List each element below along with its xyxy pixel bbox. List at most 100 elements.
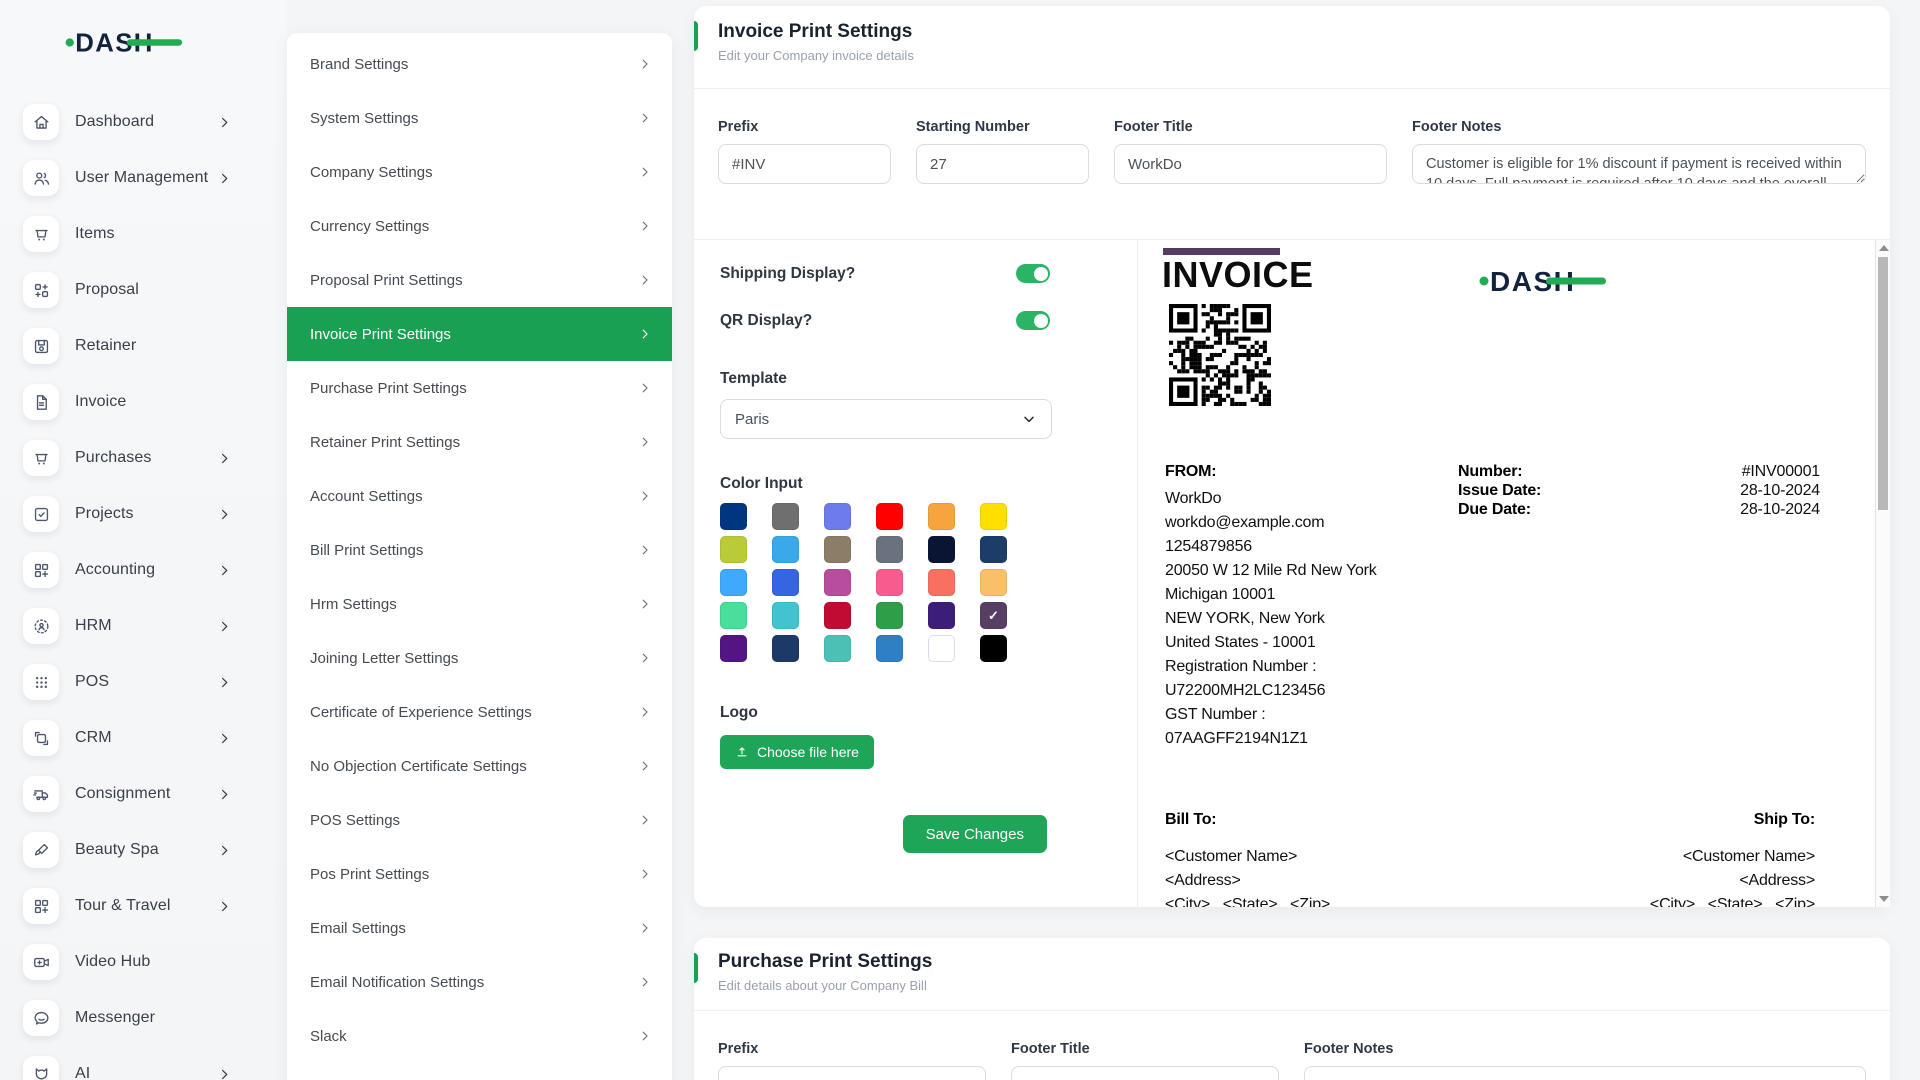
- color-swatch[interactable]: [824, 536, 851, 563]
- color-swatch[interactable]: [876, 635, 903, 662]
- color-swatch[interactable]: [980, 569, 1007, 596]
- scrollbar-thumb[interactable]: [1878, 257, 1888, 510]
- color-swatch[interactable]: [928, 602, 955, 629]
- color-swatch[interactable]: [928, 536, 955, 563]
- color-swatch[interactable]: [928, 503, 955, 530]
- color-swatch[interactable]: [720, 569, 747, 596]
- from-line: WorkDo: [1165, 487, 1475, 511]
- settings-menu-item-no-objection-certificate-settings[interactable]: No Objection Certificate Settings: [287, 739, 672, 793]
- settings-menu-item-currency-settings[interactable]: Currency Settings: [287, 199, 672, 253]
- ship-to-label: Ship To:: [1650, 808, 1815, 832]
- sidebar-item-proposal[interactable]: Proposal: [0, 262, 287, 318]
- color-swatch[interactable]: [824, 503, 851, 530]
- sidebar-item-projects[interactable]: Projects: [0, 486, 287, 542]
- sidebar-item-accounting[interactable]: Accounting: [0, 542, 287, 598]
- prefix-label: Prefix: [718, 1041, 986, 1057]
- settings-menu-item-email-notification-settings[interactable]: Email Notification Settings: [287, 955, 672, 1009]
- color-swatch[interactable]: [876, 536, 903, 563]
- sidebar-item-crm[interactable]: CRM: [0, 710, 287, 766]
- template-label: Template: [720, 370, 1109, 388]
- chevron-right-icon: [217, 675, 232, 690]
- footer-notes-input[interactable]: [1304, 1066, 1866, 1080]
- starting-number-input[interactable]: [916, 144, 1089, 184]
- color-swatch[interactable]: [772, 536, 799, 563]
- settings-menu-item-system-settings[interactable]: System Settings: [287, 91, 672, 145]
- color-swatch[interactable]: [876, 503, 903, 530]
- settings-menu-item-retainer-print-settings[interactable]: Retainer Print Settings: [287, 415, 672, 469]
- color-swatch-selected[interactable]: ✓: [980, 602, 1007, 629]
- color-swatch[interactable]: [876, 602, 903, 629]
- color-swatch[interactable]: [824, 569, 851, 596]
- color-swatch[interactable]: [772, 503, 799, 530]
- sidebar-item-label: Accounting: [75, 561, 155, 579]
- settings-menu-item-proposal-print-settings[interactable]: Proposal Print Settings: [287, 253, 672, 307]
- settings-menu-item-company-settings[interactable]: Company Settings: [287, 145, 672, 199]
- settings-menu-item-purchase-print-settings[interactable]: Purchase Print Settings: [287, 361, 672, 415]
- footer-notes-textarea[interactable]: Customer is eligible for 1% discount if …: [1412, 144, 1866, 184]
- color-swatch[interactable]: [928, 635, 955, 662]
- sidebar-item-purchases[interactable]: Purchases: [0, 430, 287, 486]
- footer-title-input[interactable]: [1011, 1066, 1279, 1080]
- settings-menu-item-bill-print-settings[interactable]: Bill Print Settings: [287, 523, 672, 577]
- sidebar-item-user-management[interactable]: User Management: [0, 150, 287, 206]
- settings-menu-item-certificate-of-experience-settings[interactable]: Certificate of Experience Settings: [287, 685, 672, 739]
- scroll-up-arrow-icon[interactable]: [1879, 245, 1889, 251]
- chevron-right-icon: [217, 171, 232, 186]
- sidebar-item-hrm[interactable]: HRM: [0, 598, 287, 654]
- color-swatch[interactable]: [772, 635, 799, 662]
- color-swatch[interactable]: [772, 602, 799, 629]
- color-swatch[interactable]: [720, 635, 747, 662]
- prefix-input[interactable]: [718, 1066, 986, 1080]
- settings-menu-item-slack[interactable]: Slack: [287, 1009, 672, 1063]
- color-swatch[interactable]: [980, 536, 1007, 563]
- settings-menu-item-email-settings[interactable]: Email Settings: [287, 901, 672, 955]
- sidebar-item-invoice[interactable]: Invoice: [0, 374, 287, 430]
- choose-file-button[interactable]: Choose file here: [720, 735, 874, 769]
- color-swatch[interactable]: [772, 569, 799, 596]
- sidebar-item-ai[interactable]: AI: [0, 1046, 287, 1080]
- settings-menu-item-pos-settings[interactable]: POS Settings: [287, 793, 672, 847]
- qr-display-toggle[interactable]: [1016, 311, 1050, 330]
- dash-logo[interactable]: [64, 25, 287, 59]
- sidebar-item-video-hub[interactable]: Video Hub: [0, 934, 287, 990]
- prefix-input[interactable]: [718, 144, 891, 184]
- address-line: <Customer Name>: [1650, 845, 1815, 869]
- address-line: <Address>: [1165, 869, 1330, 893]
- sidebar-item-consignment[interactable]: Consignment: [0, 766, 287, 822]
- color-swatch[interactable]: [824, 602, 851, 629]
- sidebar-item-pos[interactable]: POS: [0, 654, 287, 710]
- color-swatch[interactable]: [824, 635, 851, 662]
- settings-menu-item-invoice-print-settings[interactable]: Invoice Print Settings: [287, 307, 672, 361]
- sidebar-item-beauty-spa[interactable]: Beauty Spa: [0, 822, 287, 878]
- shipping-display-toggle[interactable]: [1016, 264, 1050, 283]
- sidebar-item-label: POS: [75, 673, 109, 691]
- settings-menu-item-account-settings[interactable]: Account Settings: [287, 469, 672, 523]
- color-swatch[interactable]: [720, 536, 747, 563]
- sidebar-item-retainer[interactable]: Retainer: [0, 318, 287, 374]
- sidebar-item-items[interactable]: Items: [0, 206, 287, 262]
- footer-title-input[interactable]: [1114, 144, 1387, 184]
- save-changes-button[interactable]: Save Changes: [903, 815, 1047, 853]
- settings-menu-item-pos-print-settings[interactable]: Pos Print Settings: [287, 847, 672, 901]
- chevron-right-icon: [638, 165, 652, 179]
- chevron-right-icon: [638, 273, 652, 287]
- settings-item-label: Joining Letter Settings: [310, 650, 458, 667]
- preview-scrollbar[interactable]: [1875, 240, 1890, 907]
- color-swatch[interactable]: [928, 569, 955, 596]
- color-swatch[interactable]: [720, 503, 747, 530]
- template-select[interactable]: Paris: [720, 399, 1052, 439]
- settings-menu-item-brand-settings[interactable]: Brand Settings: [287, 37, 672, 91]
- color-swatch[interactable]: [980, 635, 1007, 662]
- settings-item-label: Email Settings: [310, 920, 406, 937]
- sidebar-item-dashboard[interactable]: Dashboard: [0, 94, 287, 150]
- settings-menu-item-hrm-settings[interactable]: Hrm Settings: [287, 577, 672, 631]
- sidebar-item-tour-travel[interactable]: Tour & Travel: [0, 878, 287, 934]
- settings-menu-item-joining-letter-settings[interactable]: Joining Letter Settings: [287, 631, 672, 685]
- purchase-subtitle: Edit details about your Company Bill: [718, 978, 1866, 993]
- sidebar-item-label: Retainer: [75, 337, 136, 355]
- sidebar-item-messenger[interactable]: Messenger: [0, 990, 287, 1046]
- color-swatch[interactable]: [720, 602, 747, 629]
- scroll-down-arrow-icon[interactable]: [1879, 896, 1889, 902]
- color-swatch[interactable]: [980, 503, 1007, 530]
- color-swatch[interactable]: [876, 569, 903, 596]
